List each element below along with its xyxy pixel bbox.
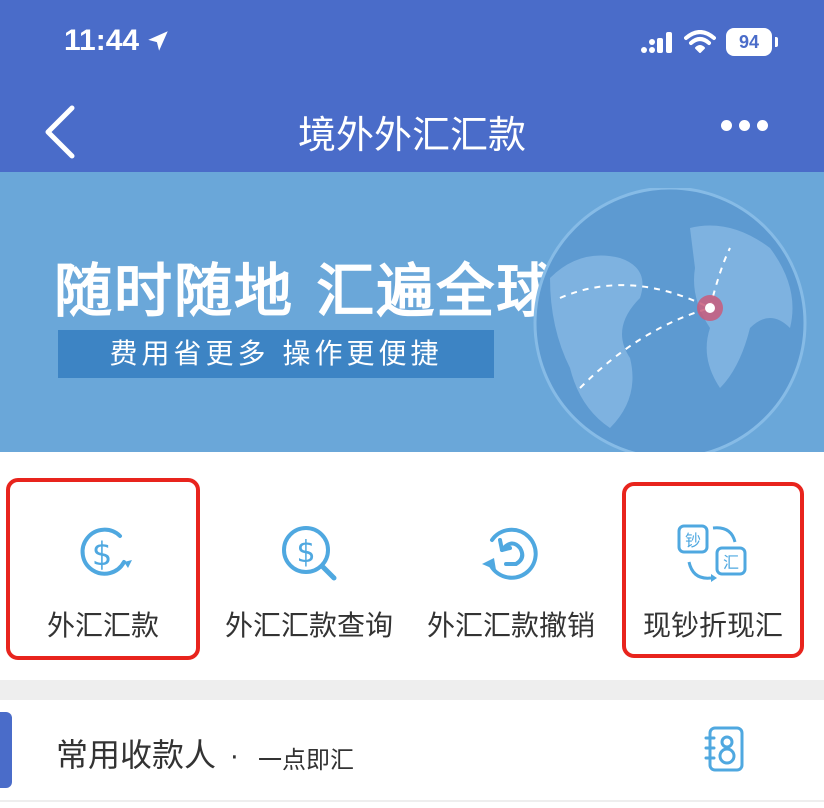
globe-icon [533, 188, 807, 452]
bottom-divider [0, 800, 824, 802]
feature-forex-remit[interactable]: $ 外汇汇款 [12, 492, 194, 642]
dollar-arrow-icon: $ [80, 527, 132, 576]
payees-separator: · [230, 743, 239, 773]
svg-text:$: $ [296, 535, 315, 570]
svg-text:钞: 钞 [685, 531, 701, 550]
status-indicators: 94 [640, 28, 778, 56]
section-divider [0, 680, 824, 700]
location-arrow-icon [148, 31, 168, 51]
feature-forex-cancel[interactable]: 外汇汇款撤销 [420, 492, 602, 642]
feature-forex-query[interactable]: $ 外汇汇款查询 [218, 492, 400, 642]
feature-label: 外汇汇款查询 [224, 609, 393, 642]
accent-bar [0, 712, 12, 788]
battery-level: 94 [738, 31, 760, 52]
frequent-payees-row[interactable]: 常用收款人 · 一点即汇 [0, 700, 824, 800]
address-book-icon[interactable] [704, 726, 746, 772]
signal-icon [641, 32, 672, 53]
feature-grid: $ 外汇汇款 $ 外汇汇款查询 外汇汇款撤销 钞 汇 现钞折现汇 [0, 452, 824, 680]
banner-subtitle: 费用省更多 操作更便捷 [58, 330, 494, 378]
feature-label: 现钞折现汇 [642, 609, 783, 642]
more-dot-icon [721, 120, 732, 131]
wifi-icon [684, 30, 716, 53]
svg-text:汇: 汇 [723, 553, 739, 572]
cash-exchange-icon: 钞 汇 [677, 524, 747, 582]
frequent-payees-subtitle: 一点即汇 [258, 746, 354, 774]
status-time-text: 11:44 [64, 24, 140, 57]
app-header: 11:44 94 境外外汇汇款 [0, 0, 824, 172]
frequent-payees-title: 常用收款人 · [56, 730, 242, 776]
dollar-undo-icon [482, 527, 538, 580]
more-dot-icon [757, 120, 768, 131]
status-time: 11:44 [64, 24, 171, 58]
more-dot-icon [739, 120, 750, 131]
more-button[interactable] [721, 120, 768, 131]
feature-label: 外汇汇款 [46, 609, 159, 642]
payees-title-text: 常用收款人 [56, 736, 217, 774]
feature-label: 外汇汇款撤销 [426, 609, 595, 642]
banner-title: 随时随地 汇遍全球 [54, 257, 557, 325]
battery-icon: 94 [726, 28, 778, 56]
dollar-search-icon: $ [282, 526, 337, 581]
feature-cash-exchange[interactable]: 钞 汇 现钞折现汇 [624, 492, 802, 642]
svg-text:$: $ [92, 535, 112, 573]
page-title: 境外外汇汇款 [297, 113, 526, 157]
promo-banner[interactable]: 随时随地 汇遍全球 费用省更多 操作更便捷 [0, 172, 824, 452]
